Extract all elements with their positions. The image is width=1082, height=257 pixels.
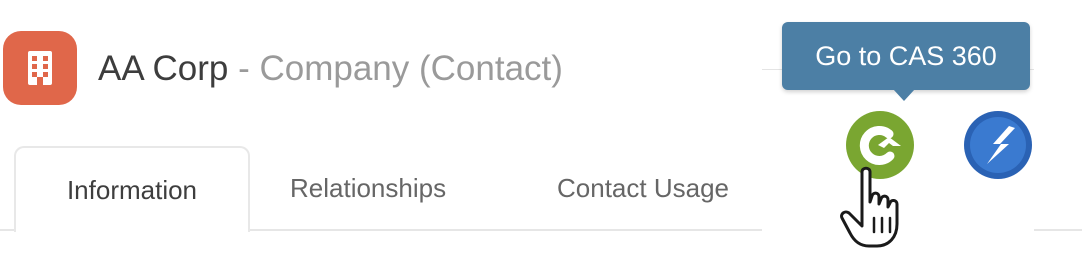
record-name: AA Corp: [98, 49, 229, 88]
building-icon: [3, 31, 77, 105]
hand-pointer-icon: [838, 166, 902, 252]
tab-relationships[interactable]: Relationships: [290, 146, 446, 230]
page-title: AA Corp - Company (Contact): [98, 44, 563, 94]
tab-information[interactable]: Information: [14, 146, 250, 232]
title-separator: -: [238, 49, 250, 88]
linked-app-icon[interactable]: [963, 110, 1033, 180]
tooltip-arrow: [893, 89, 915, 101]
record-type: Company (Contact): [259, 49, 563, 88]
tab-contact-usage[interactable]: Contact Usage: [557, 146, 762, 230]
cas360-tooltip: Go to CAS 360: [782, 22, 1030, 90]
